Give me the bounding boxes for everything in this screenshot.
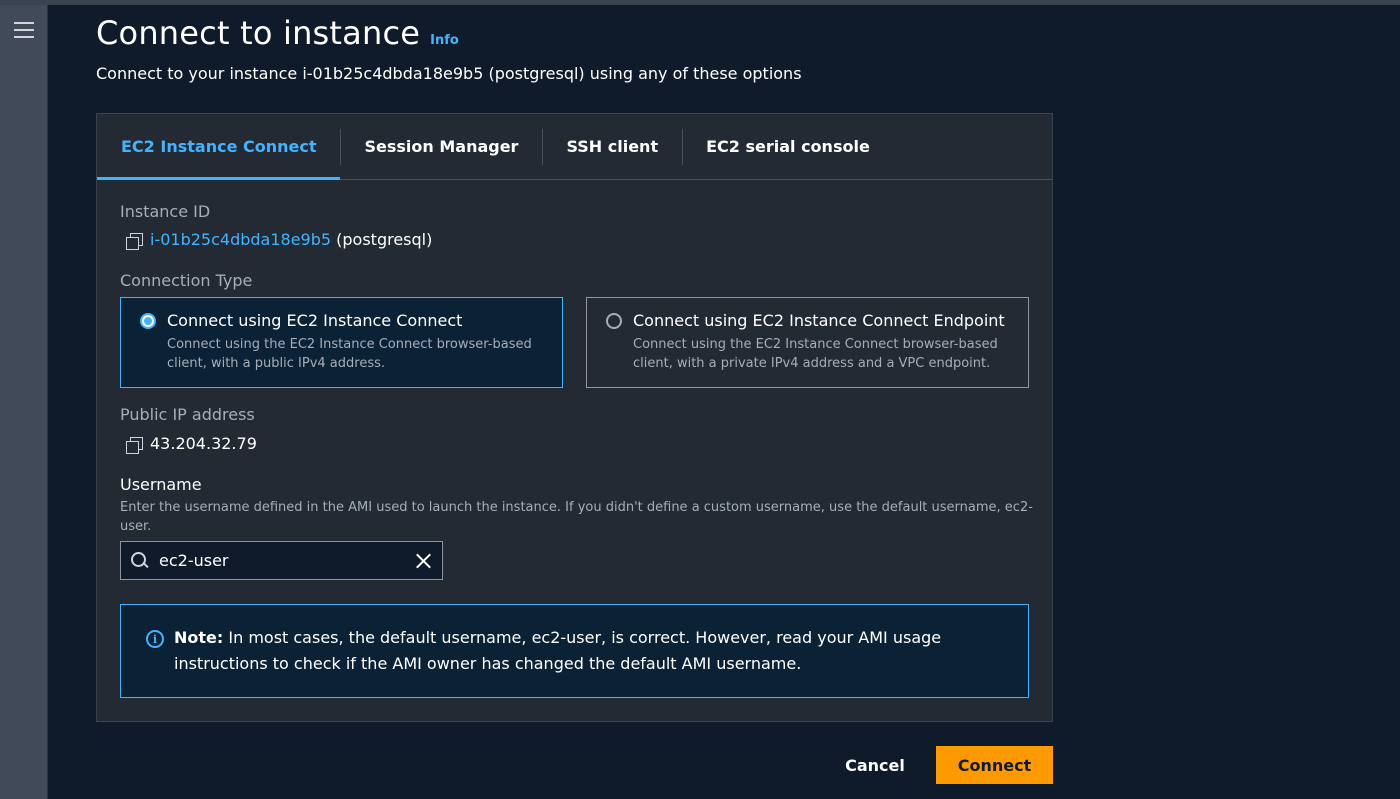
option-description: Connect using the EC2 Instance Connect b… [167,337,532,371]
radio-unselected[interactable] [606,313,622,329]
cancel-button[interactable]: Cancel [830,746,920,784]
instance-id-label: Instance ID [120,202,211,221]
instance-id-link[interactable]: i-01b25c4dbda18e9b5 [150,230,331,249]
tab-ssh-client[interactable]: SSH client [542,114,682,179]
option-title: Connect using EC2 Instance Connect Endpo… [633,311,1005,330]
search-icon [131,552,149,570]
option-description: Connect using the EC2 Instance Connect b… [633,337,998,371]
info-link[interactable]: Info [430,33,459,48]
public-ip-value: 43.204.32.79 [150,434,257,453]
option-ec2-instance-connect-endpoint[interactable]: Connect using EC2 Instance Connect Endpo… [586,297,1029,388]
note-text: Note: In most cases, the default usernam… [174,625,1014,677]
page-title: Connect to instance [96,14,421,52]
instance-name: (postgresql) [336,230,433,249]
note-alert: i Note: In most cases, the default usern… [120,604,1029,698]
tab-session-manager[interactable]: Session Manager [340,114,542,179]
note-prefix: Note: [174,628,224,647]
copy-icon[interactable] [124,231,143,250]
connection-method-tabs: EC2 Instance Connect Session Manager SSH… [97,114,1052,180]
radio-selected[interactable] [140,313,156,329]
menu-icon[interactable] [14,22,34,38]
connection-type-label: Connection Type [120,271,253,290]
tab-ec2-instance-connect[interactable]: EC2 Instance Connect [97,114,341,180]
username-help-text: Enter the username defined in the AMI us… [120,500,1033,534]
clear-icon[interactable] [413,551,433,571]
top-divider [0,0,1400,5]
username-label: Username [120,475,202,494]
note-body: In most cases, the default username, ec2… [174,628,942,673]
public-ip-row: 43.204.32.79 [124,434,257,454]
side-navigation-rail [0,5,48,799]
page-subtitle: Connect to your instance i-01b25c4dbda18… [96,64,802,83]
instance-id-row: i-01b25c4dbda18e9b5 (postgresql) [124,230,433,250]
public-ip-label: Public IP address [120,405,255,424]
option-title: Connect using EC2 Instance Connect [167,311,463,330]
info-circle-icon: i [146,630,164,648]
copy-icon[interactable] [124,435,143,454]
username-field[interactable] [120,541,443,580]
username-input[interactable] [159,546,399,575]
connect-panel: EC2 Instance Connect Session Manager SSH… [96,113,1053,722]
connect-button[interactable]: Connect [936,746,1053,784]
page-header: Connect to instance Info [96,14,459,52]
option-ec2-instance-connect[interactable]: Connect using EC2 Instance Connect Conne… [120,297,563,388]
tab-ec2-serial-console[interactable]: EC2 serial console [682,114,894,179]
